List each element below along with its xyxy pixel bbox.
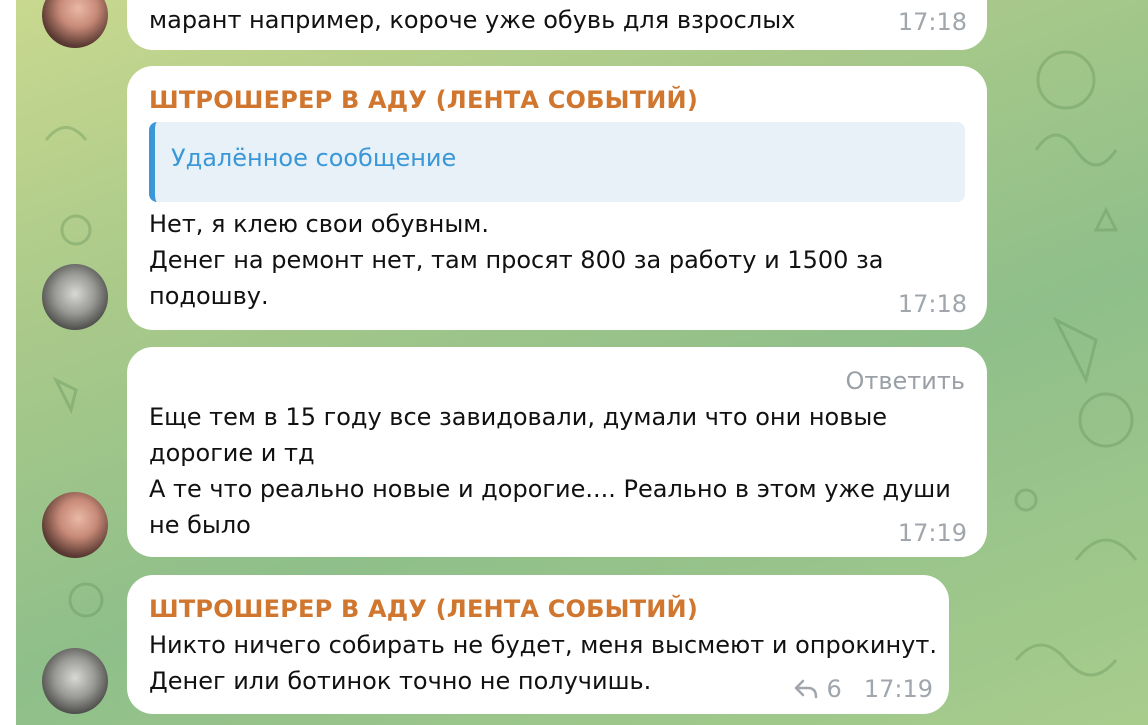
sender-name[interactable]: ШТРОШЕРЕР В АДУ (ЛЕНТА СОБЫТИЙ) [149, 86, 698, 114]
message-text: марант например, короче уже обувь для вз… [149, 6, 796, 34]
message-meta: 6 17:19 [793, 675, 933, 703]
reply-count[interactable]: 6 [827, 675, 842, 703]
reply-quote-text: Удалённое сообщение [171, 144, 457, 172]
avatar[interactable] [42, 492, 108, 558]
reply-quote[interactable]: Удалённое сообщение [149, 122, 965, 202]
message-text: Нет, я клею свои обувным. Денег на ремон… [149, 210, 884, 310]
message-bubble[interactable]: марант например, короче уже обувь для вз… [127, 0, 987, 50]
message-time: 17:19 [863, 675, 933, 703]
reply-arrow-icon[interactable] [793, 678, 819, 700]
message-time: 17:18 [897, 8, 967, 36]
message-bubble[interactable]: ШТРОШЕРЕР В АДУ (ЛЕНТА СОБЫТИЙ) Удалённо… [127, 66, 987, 330]
sender-name[interactable]: ШТРОШЕРЕР В АДУ (ЛЕНТА СОБЫТИЙ) [149, 595, 698, 623]
avatar[interactable] [42, 264, 108, 330]
reply-button[interactable]: Ответить [846, 367, 965, 395]
message-text: Еще тем в 15 году все завидовали, думали… [149, 403, 951, 539]
message-bubble[interactable]: ШТРОШЕРЕР В АДУ (ЛЕНТА СОБЫТИЙ) Никто ни… [127, 575, 949, 714]
message-bubble[interactable]: Ответить Еще тем в 15 году все завидовал… [127, 347, 987, 557]
message-time: 17:19 [897, 519, 967, 547]
left-panel-edge [0, 0, 16, 725]
avatar[interactable] [42, 648, 108, 714]
message-time: 17:18 [897, 290, 967, 318]
